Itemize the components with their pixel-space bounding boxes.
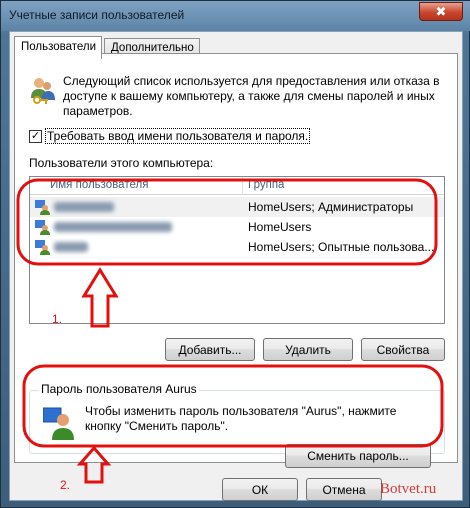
require-login-row[interactable]: ✓ Требовать ввод имени пользователя и па… (29, 128, 311, 144)
column-group[interactable]: Группа (248, 179, 284, 191)
intro-description: Следующий список используется для предос… (63, 74, 440, 118)
user-row[interactable]: HomeUsers; Опытные пользова... (30, 237, 444, 257)
user-group-cell: HomeUsers; Опытные пользова... (248, 240, 435, 254)
checkmark-icon: ✓ (30, 129, 41, 142)
change-password-button[interactable]: Сменить пароль... (285, 444, 431, 468)
user-group-cell: HomeUsers; Администраторы (248, 200, 414, 214)
remove-user-button[interactable]: Удалить (263, 338, 353, 361)
close-button[interactable]: ✖ (419, 2, 463, 21)
user-account-icon (34, 239, 50, 258)
cancel-button[interactable]: Отмена (306, 478, 382, 501)
user-avatar-icon (42, 406, 75, 443)
dialog-client-area: Пользователи Дополнительно Следующий спи… (9, 31, 463, 501)
user-row[interactable]: HomeUsers; Администраторы (30, 197, 444, 217)
ok-button[interactable]: ОК (222, 478, 298, 501)
password-description: Чтобы изменить пароль пользователя "Auru… (85, 404, 397, 433)
close-icon: ✖ (435, 3, 447, 19)
listview-header: Имя пользователя Группа (30, 177, 444, 195)
user-accounts-window: Учетные записи пользователей ✖ Пользоват… (0, 0, 470, 508)
add-user-button[interactable]: Добавить... (165, 338, 255, 361)
users-tab-panel: Следующий список используется для предос… (14, 53, 458, 468)
require-login-checkbox[interactable]: ✓ (29, 129, 42, 143)
annotation-label-2: 2. (60, 478, 71, 492)
password-groupbox-title: Пароль пользователя Aurus (39, 382, 199, 396)
users-key-icon (29, 76, 57, 109)
users-list-caption: Пользователи этого компьютера: (29, 156, 214, 170)
column-separator[interactable] (242, 177, 243, 195)
users-listview[interactable]: Имя пользователя Группа HomeUsers; Админ… (29, 176, 445, 324)
window-title: Учетные записи пользователей (9, 8, 185, 22)
user-account-icon (34, 199, 50, 218)
title-bar[interactable]: Учетные записи пользователей ✖ (1, 1, 470, 31)
watermark: Botvet.ru (380, 481, 437, 497)
tab-users[interactable]: Пользователи (14, 36, 102, 59)
user-row[interactable]: HomeUsers (30, 217, 444, 237)
user-group-cell: HomeUsers (248, 220, 312, 234)
blurred-username (54, 242, 88, 252)
annotation-label-1: 1. (52, 312, 63, 326)
properties-button[interactable]: Свойства (361, 338, 445, 361)
blurred-username (54, 222, 172, 232)
require-login-label[interactable]: Требовать ввод имени пользователя и паро… (45, 128, 311, 144)
column-username[interactable]: Имя пользователя (50, 179, 148, 191)
blurred-username (54, 202, 114, 212)
user-account-icon (34, 219, 50, 238)
